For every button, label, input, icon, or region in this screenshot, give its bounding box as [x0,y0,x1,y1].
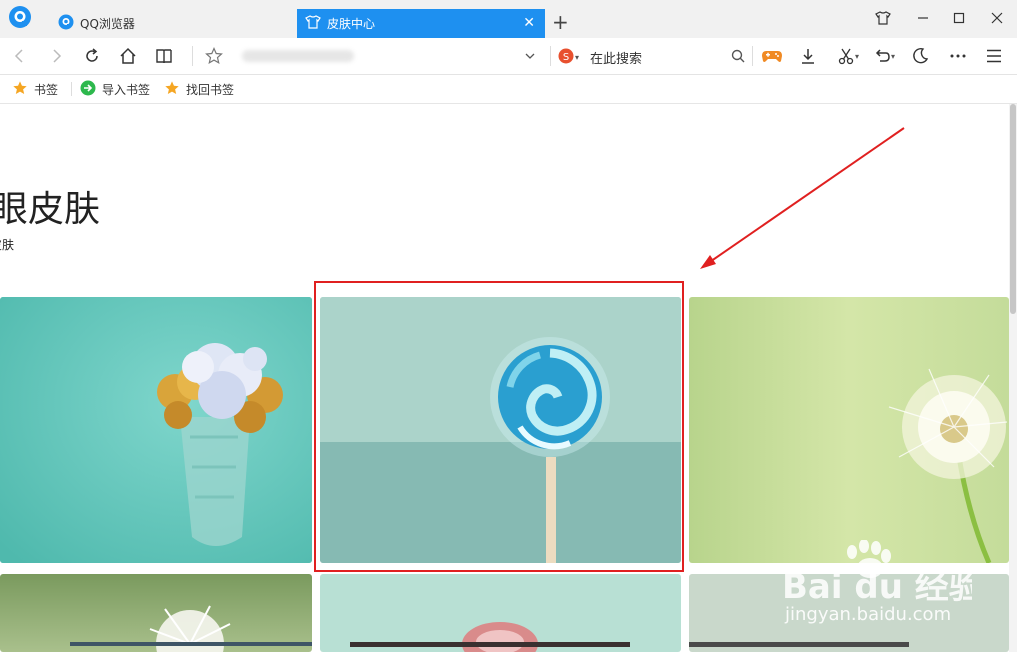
import-arrow-icon [80,80,96,99]
address-bar-url-blurred[interactable] [242,50,354,62]
annotation-arrow [700,127,905,269]
skin-shirt-icon[interactable] [870,7,896,29]
bookmark-label: 导入书签 [102,82,151,97]
white-flower-image [70,605,312,652]
toolbar-divider [752,46,753,66]
back-icon[interactable] [8,44,32,68]
star-icon [12,80,28,99]
skin-card-pink-candy[interactable] [320,574,681,652]
bookmark-label: 书签 [34,82,59,97]
game-controller-icon[interactable] [760,44,784,68]
watermark-brand: Bai du 经验 [782,567,972,607]
baidu-paw-logo: Bai du 经验 [782,539,983,607]
toolbar-divider [192,46,193,66]
tab-skin-center[interactable]: 皮肤中心 ✕ [297,9,545,38]
minimize-icon[interactable] [910,7,936,29]
toolbar-divider [550,46,551,66]
new-tab-button[interactable]: + [552,12,569,32]
caret-down-icon: ▾ [575,53,580,62]
search-icon[interactable] [726,44,750,68]
night-mode-moon-icon[interactable] [908,44,932,68]
shirt-icon [305,14,321,33]
annotation-highlight-box [314,281,684,572]
svg-text:S: S [563,52,569,63]
bookmark-item-recover[interactable]: 找回书签 [164,79,234,99]
bookmark-divider [71,82,72,96]
address-dropdown-chevron-icon[interactable] [518,44,542,68]
bookmark-item-bookmarks[interactable]: 书签 [12,79,58,99]
skin-card-white-flower[interactable] [0,574,312,652]
page-subtitle: 皮肤 [0,238,15,252]
pink-candy-image [350,622,630,652]
menu-hamburger-icon[interactable] [982,44,1006,68]
tab-label: 皮肤中心 [327,17,376,31]
tab-label: QQ浏览器 [80,17,135,31]
reader-book-icon[interactable] [152,44,176,68]
page-title: 眼皮肤 [0,189,101,230]
refresh-icon[interactable] [80,44,104,68]
download-icon[interactable] [796,44,820,68]
tab-qq-browser[interactable]: QQ浏览器 [50,9,293,38]
watermark-url: jingyan.baidu.com [785,604,952,625]
flower-vase-image [0,297,312,563]
qq-browser-tab-icon [58,14,74,33]
forward-icon[interactable] [44,44,68,68]
close-window-icon[interactable] [984,7,1010,29]
bookmarks-bar [0,75,1017,104]
undo-closed-tab-icon[interactable]: ▾ [868,44,900,68]
skin-card-flower-vase[interactable] [0,297,312,563]
star-icon [164,80,180,99]
search-engine-selector[interactable]: S ▾ [558,48,579,67]
close-tab-icon[interactable]: ✕ [523,15,535,31]
bookmark-item-import[interactable]: 导入书签 [80,79,150,99]
search-input[interactable]: 在此搜索 [590,48,642,67]
screenshot-scissors-icon[interactable]: ▾ [832,44,864,68]
home-icon[interactable] [116,44,140,68]
more-options-icon[interactable] [946,44,970,68]
skin-card-dandelion[interactable] [689,297,1009,563]
qq-browser-logo-icon[interactable] [8,5,32,29]
favorite-star-icon[interactable] [202,44,226,68]
bookmark-label: 找回书签 [186,82,235,97]
sogou-engine-icon: S [558,48,574,67]
scrollbar-thumb[interactable] [1010,104,1016,314]
dandelion-image [888,368,1008,563]
maximize-icon[interactable] [946,7,972,29]
